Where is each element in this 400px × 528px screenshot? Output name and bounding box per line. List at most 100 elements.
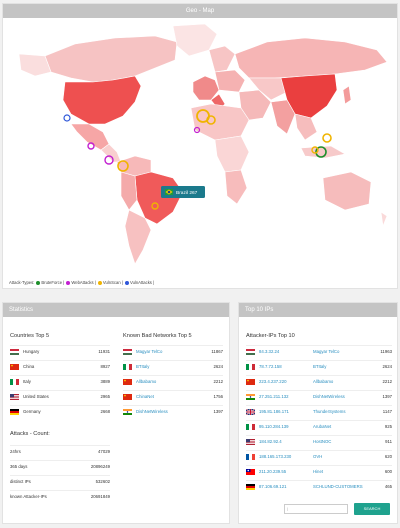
- attack-types-legend: Attack-Types: BruteForce | WebAttacks | Vul…: [9, 280, 155, 285]
- country-name: Hungary: [23, 349, 40, 354]
- network-link[interactable]: BTItaly: [313, 364, 382, 369]
- table-row: 188.165.173.230 OVH 620: [246, 450, 392, 462]
- network-link[interactable]: Hinet: [313, 469, 385, 474]
- table-row: Hungary 11931: [10, 345, 110, 357]
- table-row: DishNetWireless 1397: [123, 405, 223, 417]
- attack-count: 2668: [100, 409, 110, 414]
- flag-icon: [246, 363, 259, 370]
- flag-icon: [10, 348, 23, 355]
- attack-count: 11931: [98, 349, 110, 354]
- world-map[interactable]: Brazil 267: [5, 20, 395, 274]
- legend-prefix: Attack-Types:: [9, 280, 35, 285]
- table-row: Allbabamo 2212: [123, 375, 223, 387]
- ip-link[interactable]: 27.251.211.132: [259, 394, 313, 399]
- top-ips-title: Top 10 IPs: [239, 303, 397, 317]
- flag-icon: [246, 468, 259, 475]
- network-link[interactable]: DishNetWireless: [313, 394, 382, 399]
- attack-count: 1397: [213, 409, 223, 414]
- network-link[interactable]: ArubaNet: [313, 424, 385, 429]
- map-tooltip: Brazil 267: [161, 186, 205, 198]
- legend-item[interactable]: WebAttacks: [71, 280, 93, 285]
- attack-count: 2624: [213, 364, 223, 369]
- ip-link[interactable]: 223.4.237.220: [259, 379, 313, 384]
- attacks-count-title: Attacks - Count:: [10, 431, 50, 437]
- attack-count: 3889: [100, 379, 110, 384]
- network-link[interactable]: Allbabamo: [313, 379, 382, 384]
- count-label: known Attacker-IPs: [10, 494, 47, 499]
- attack-count: 465: [384, 484, 392, 489]
- attack-count: 925: [384, 424, 392, 429]
- table-row: Germany 2668: [10, 405, 110, 417]
- flag-icon: [10, 408, 23, 415]
- flag-icon: [246, 438, 259, 445]
- flag-icon: [123, 348, 136, 355]
- network-link[interactable]: DishNetWireless: [136, 409, 213, 414]
- attack-count: 11963: [380, 349, 392, 354]
- count-value: 532602: [95, 479, 110, 484]
- country-name: Germany: [23, 409, 41, 414]
- count-value: 20896249: [90, 464, 110, 469]
- table-row: ChinaNet 1756: [123, 390, 223, 402]
- ip-search-input[interactable]: |: [284, 504, 348, 514]
- geo-map-panel: Geo - Map Brazil 267 Attack-Types: Brute…: [2, 3, 398, 289]
- attack-count: 600: [384, 469, 392, 474]
- flag-icon: [10, 393, 23, 400]
- network-link[interactable]: ThunderSystems: [313, 409, 383, 414]
- attack-count: 2624: [382, 364, 392, 369]
- network-link[interactable]: BTItaly: [136, 364, 213, 369]
- legend-item[interactable]: VulnScan: [103, 280, 121, 285]
- flag-icon: [123, 408, 136, 415]
- ip-link[interactable]: 188.165.173.230: [259, 454, 313, 459]
- attack-count: 2212: [213, 379, 223, 384]
- attack-count: 2212: [382, 379, 392, 384]
- legend-item[interactable]: VulnAttacks: [130, 280, 152, 285]
- ip-link[interactable]: 211.20.239.55: [259, 469, 313, 474]
- table-row: 95.110.284.139 ArubaNet 925: [246, 420, 392, 432]
- bad-networks-top5-title: Known Bad Networks Top 5: [123, 333, 192, 339]
- network-link[interactable]: SCHLUND-CUSTOMERS: [313, 484, 385, 489]
- network-link[interactable]: Allbabamo: [136, 379, 213, 384]
- table-row: 27.251.211.132 DishNetWireless 1397: [246, 390, 392, 402]
- table-row: 78.7.72.158 BTItaly 2624: [246, 360, 392, 372]
- country-name: Italy: [23, 379, 31, 384]
- count-value: 20691849: [90, 494, 110, 499]
- network-link[interactable]: OVH: [313, 454, 385, 459]
- country-name: United States: [23, 394, 49, 399]
- count-label: 365 days: [10, 464, 28, 469]
- legend-dot-icon: [124, 280, 129, 285]
- attack-count: 911: [385, 439, 392, 444]
- table-row: 223.4.237.220 Allbabamo 2212: [246, 375, 392, 387]
- statistics-panel: Statistics Countries Top 5 Known Bad Net…: [2, 302, 230, 524]
- search-button[interactable]: SEARCH: [354, 503, 390, 515]
- attack-count: 8927: [100, 364, 110, 369]
- ip-link[interactable]: 78.7.72.158: [259, 364, 313, 369]
- flag-icon: [246, 453, 259, 460]
- attacker-ips-title: Attacker-IPs Top 10: [246, 333, 295, 339]
- attack-count: 1397: [382, 394, 392, 399]
- ip-link[interactable]: 195.81.186.171: [259, 409, 313, 414]
- network-link[interactable]: HostNOC: [313, 439, 385, 444]
- ip-link[interactable]: 184.82.92.4: [259, 439, 313, 444]
- table-row: 211.20.239.55 Hinet 600: [246, 465, 392, 477]
- table-row: United States 2965: [10, 390, 110, 402]
- network-link[interactable]: Magyar TelCo: [136, 349, 211, 354]
- network-link[interactable]: Magyar TelCo: [313, 349, 380, 354]
- table-row: 195.81.186.171 ThunderSystems 1147: [246, 405, 392, 417]
- ip-link[interactable]: 87.106.69.121: [259, 484, 313, 489]
- legend-item[interactable]: BruteForce: [41, 280, 62, 285]
- network-link[interactable]: ChinaNet: [136, 394, 213, 399]
- attack-count: 2965: [100, 394, 110, 399]
- legend-dot-icon: [97, 280, 102, 285]
- table-row: Italy 3889: [10, 375, 110, 387]
- attack-count: 1756: [213, 394, 223, 399]
- count-label: 24hrs: [10, 449, 21, 454]
- legend-dot-icon: [66, 280, 71, 285]
- country-name: China: [23, 364, 35, 369]
- flag-icon: [246, 348, 259, 355]
- ip-link[interactable]: 84.3.32.24: [259, 349, 313, 354]
- attack-count: 1147: [382, 409, 392, 414]
- table-row: 87.106.69.121 SCHLUND-CUSTOMERS 465: [246, 480, 392, 492]
- flag-icon: [123, 363, 136, 370]
- ip-link[interactable]: 95.110.284.139: [259, 424, 313, 429]
- table-row: 184.82.92.4 HostNOC 911: [246, 435, 392, 447]
